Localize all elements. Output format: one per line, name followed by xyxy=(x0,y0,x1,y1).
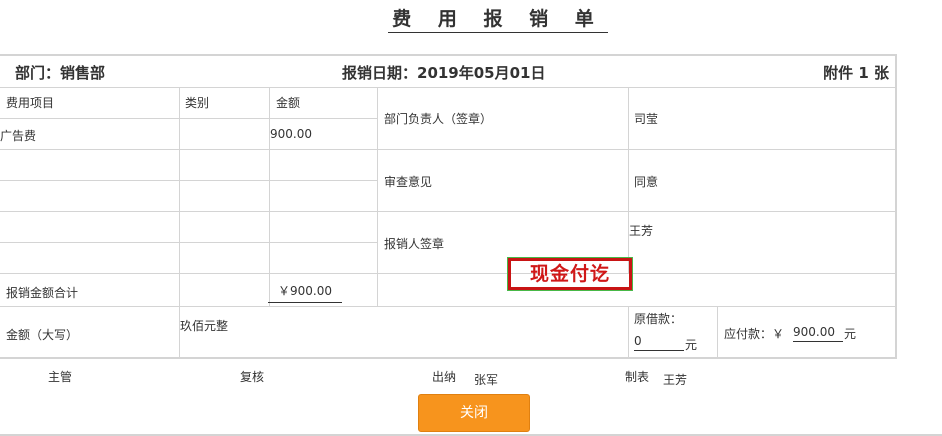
review-label: 审查意见 xyxy=(384,175,433,189)
column-header-category: 类别 xyxy=(185,96,210,110)
review-value: 同意 xyxy=(634,175,659,189)
claimant-value: 王芳 xyxy=(629,224,654,238)
total-label: 报销金额合计 xyxy=(6,286,79,300)
cashier-label: 出纳 xyxy=(432,370,457,384)
preparer-label: 制表 xyxy=(625,370,650,384)
dept-head-label: 部门负责人（签章） xyxy=(384,112,493,126)
total-amount: ￥900.00 xyxy=(268,282,342,303)
original-loan-unit: 元 xyxy=(685,338,698,352)
preparer-value: 王芳 xyxy=(663,373,688,387)
payable-value: 900.00 xyxy=(793,325,843,342)
attachments-label: 附件 1 张 xyxy=(823,64,889,82)
amount-words-label: 金额（大写） xyxy=(6,328,79,342)
row-1-item: 广告费 xyxy=(0,129,37,143)
cash-paid-stamp: 现金付讫 xyxy=(507,257,633,291)
claim-date-label: 报销日期：2019年05月01日 xyxy=(342,64,546,82)
column-header-item: 费用项目 xyxy=(6,96,55,110)
payable-field: 900.00 xyxy=(793,325,843,342)
page-title: 费 用 报 销 单 xyxy=(388,6,608,33)
close-button[interactable]: 关闭 xyxy=(418,394,530,432)
amount-words-value: 玖佰元整 xyxy=(180,319,229,333)
column-header-amount: 金额 xyxy=(276,96,301,110)
expense-form: 部门：销售部 报销日期：2019年05月01日 附件 1 张 费用项目 类别 金… xyxy=(0,54,897,359)
form-header: 部门：销售部 报销日期：2019年05月01日 附件 1 张 xyxy=(0,56,895,88)
original-loan-value: 0 xyxy=(634,334,684,351)
payable-unit: 元 xyxy=(844,327,857,341)
recheck-label: 复核 xyxy=(240,370,265,384)
original-loan-field: 0 xyxy=(634,334,684,351)
claimant-label: 报销人签章 xyxy=(384,237,445,251)
department-label: 部门：销售部 xyxy=(15,64,106,82)
cashier-value: 张军 xyxy=(474,373,499,387)
total-value: ￥900.00 xyxy=(268,282,342,303)
supervisor-label: 主管 xyxy=(48,370,73,384)
row-1-amount: 900.00 xyxy=(270,127,312,141)
original-loan-label: 原借款： xyxy=(634,312,683,326)
payable-label: 应付款：￥ xyxy=(724,327,785,341)
dept-head-value: 司莹 xyxy=(634,112,659,126)
